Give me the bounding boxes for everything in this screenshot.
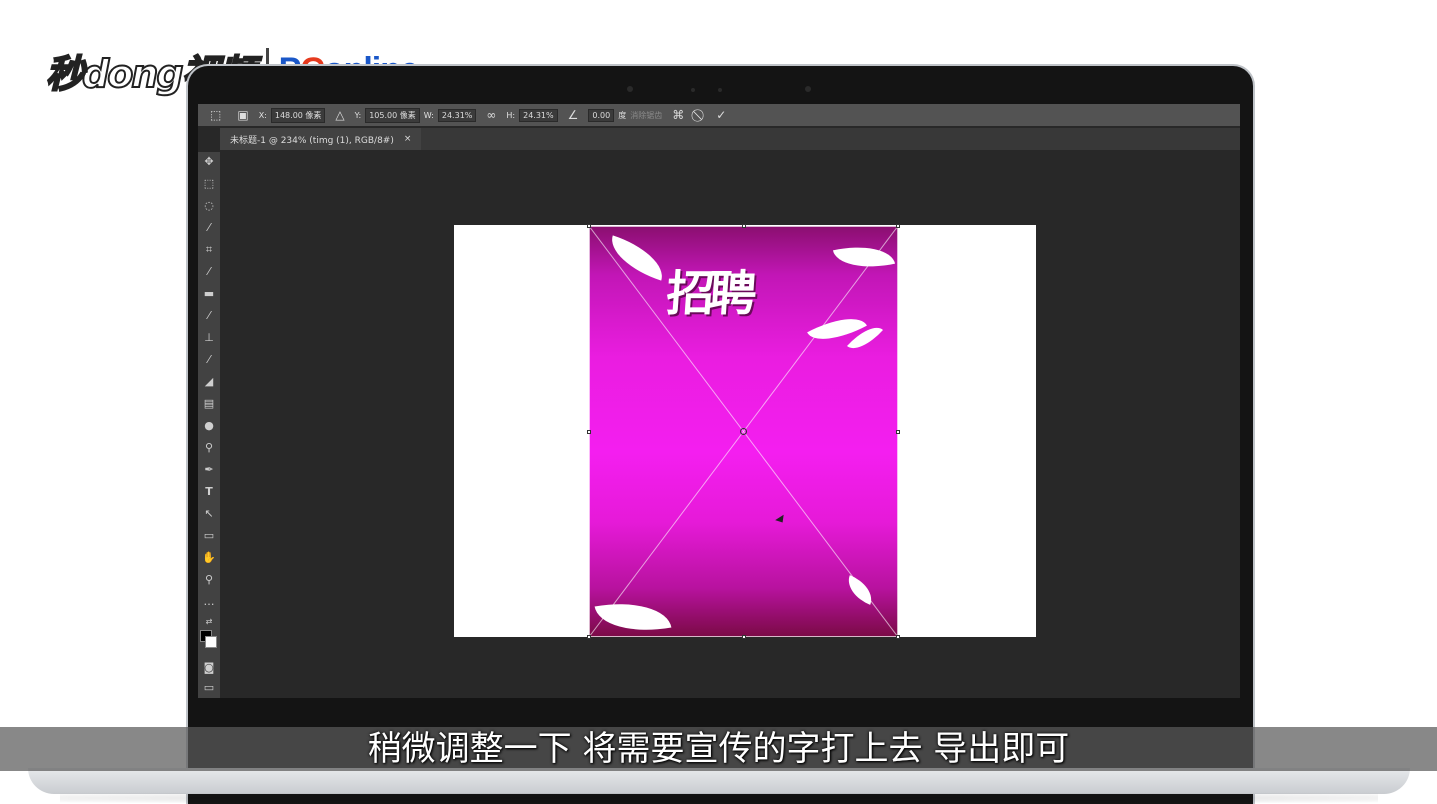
height-field[interactable]: 24.31% (519, 108, 558, 122)
background-color-swatch[interactable] (205, 636, 217, 648)
type-tool-icon[interactable]: T (198, 482, 220, 502)
camera-dot (627, 86, 633, 92)
video-subtitle: 稍微调整一下 将需要宣传的字打上去 导出即可 (367, 729, 1070, 769)
lasso-tool-icon[interactable]: ◌ (198, 196, 220, 216)
w-label: W: (423, 110, 434, 120)
transform-handle-bottom[interactable] (742, 635, 746, 639)
document-tab[interactable]: 未标题-1 @ 234% (timg (1), RGB/8#) × (220, 128, 422, 150)
transform-tool-icon[interactable]: ⬚ (210, 108, 221, 122)
width-field[interactable]: 24.31% (437, 108, 477, 122)
angle-icon: ∠ (567, 108, 579, 122)
document-tab-bar: 未标题-1 @ 234% (timg (1), RGB/8#) × (220, 128, 1240, 150)
crop-tool-icon[interactable]: ⌗ (198, 240, 220, 260)
x-label: X: (258, 110, 267, 120)
eraser-tool-icon[interactable]: ◢ (198, 372, 220, 392)
x-field[interactable]: 148.00 像素 (270, 107, 326, 123)
rectangle-tool-icon[interactable]: ▭ (198, 526, 220, 546)
eyedropper-tool-icon[interactable]: ⁄ (198, 262, 220, 282)
screen-mode-icon[interactable]: ▭ (198, 678, 220, 698)
quick-mask-icon[interactable]: ◙ (198, 658, 220, 678)
tools-panel: ✥ ⬚ ◌ ⁄ ⌗ ⁄ ▬ ⁄ ⊥ ⁄ ◢ ▤ ● ⚲ ✒ T ↖ ▭ ✋ ⚲ … (198, 152, 220, 698)
reference-point-icon[interactable]: ▣ (237, 108, 248, 122)
tab-close-icon[interactable]: × (404, 134, 412, 144)
gradient-tool-icon[interactable]: ▤ (198, 394, 220, 414)
transform-handle-top-right[interactable] (896, 224, 900, 228)
move-tool-icon[interactable]: ✥ (198, 152, 220, 172)
magic-wand-tool-icon[interactable]: ⁄ (198, 218, 220, 238)
camera-dot (718, 88, 722, 92)
hand-tool-icon[interactable]: ✋ (198, 548, 220, 568)
more-tools-icon[interactable]: … (198, 592, 220, 612)
commit-transform-icon[interactable]: ✓ (716, 108, 726, 122)
stamp-tool-icon[interactable]: ⊥ (198, 328, 220, 348)
laptop-shadow (60, 793, 1378, 803)
marquee-tool-icon[interactable]: ⬚ (198, 174, 220, 194)
transform-handle-right[interactable] (896, 430, 900, 434)
link-icon[interactable]: ∞ (486, 108, 496, 122)
brush-tool-icon[interactable]: ⁄ (198, 306, 220, 326)
y-label: Y: (354, 110, 362, 120)
history-brush-tool-icon[interactable]: ⁄ (198, 350, 220, 370)
options-bar: ⬚ ▣ X: 148.00 像素 △ Y: 105.00 像素 W: 24.31… (198, 104, 1240, 126)
interpolation-label[interactable]: 消除锯齿 (630, 110, 662, 121)
warp-icon[interactable]: ⌘ (672, 108, 684, 122)
healing-tool-icon[interactable]: ▬ (198, 284, 220, 304)
dodge-tool-icon[interactable]: ⚲ (198, 438, 220, 458)
blur-tool-icon[interactable]: ● (198, 416, 220, 436)
angle-unit: 度 (618, 110, 627, 120)
y-field[interactable]: 105.00 像素 (365, 107, 420, 123)
zoom-tool-icon[interactable]: ⚲ (198, 570, 220, 590)
delta-icon[interactable]: △ (335, 108, 344, 122)
transform-handle-bottom-right[interactable] (896, 635, 900, 639)
path-selection-tool-icon[interactable]: ↖ (198, 504, 220, 524)
camera-dot (805, 86, 811, 92)
transform-handle-left[interactable] (587, 430, 591, 434)
document-tab-title: 未标题-1 @ 234% (timg (1), RGB/8#) (230, 135, 394, 146)
free-transform-box[interactable] (589, 226, 898, 637)
h-label: H: (506, 110, 516, 120)
angle-field[interactable]: 0.00 (588, 108, 615, 122)
pen-tool-icon[interactable]: ✒ (198, 460, 220, 480)
camera-dot (691, 88, 695, 92)
transform-handle-top-left[interactable] (587, 224, 591, 228)
transform-handle-bottom-left[interactable] (587, 635, 591, 639)
transform-handle-top[interactable] (742, 224, 746, 228)
swap-colors-icon[interactable]: ⇄ (198, 612, 220, 632)
laptop-base (28, 768, 1410, 794)
